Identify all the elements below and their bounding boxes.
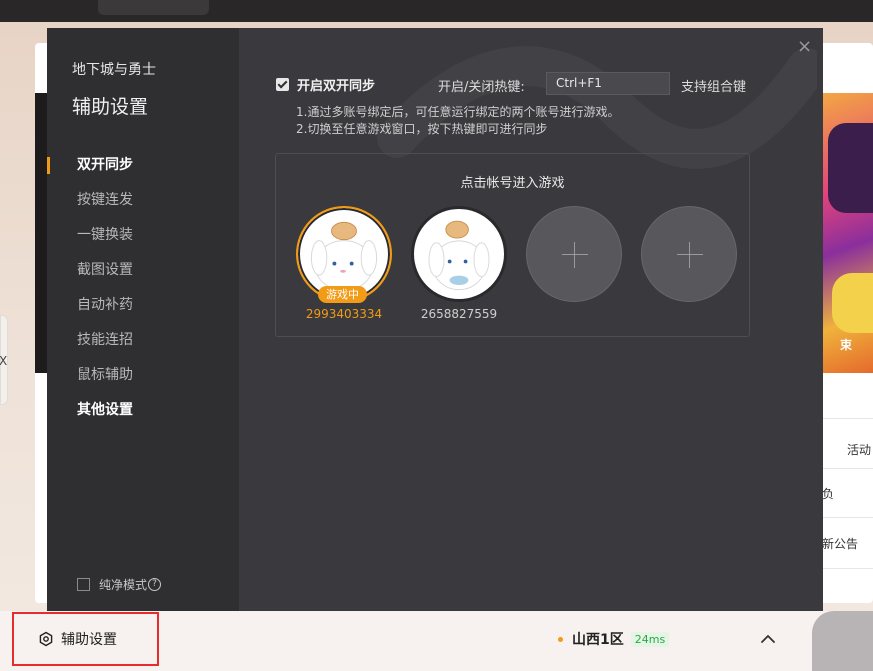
pure-mode-checkbox[interactable] — [77, 578, 90, 591]
dual-sync-label[interactable]: 开启双开同步 — [297, 75, 375, 94]
promo-banner[interactable]: 束 — [822, 93, 873, 373]
server-indicator[interactable]: 山西1区 24ms — [558, 629, 670, 649]
nav-item-mouse-assist[interactable]: 鼠标辅助 — [47, 358, 239, 393]
chevron-up-icon[interactable] — [758, 629, 778, 649]
plus-icon — [562, 254, 588, 255]
side-divider — [822, 568, 873, 569]
close-icon[interactable]: × — [797, 38, 812, 56]
server-status-dot — [558, 636, 563, 642]
left-collapse-tab[interactable]: X — [0, 315, 8, 405]
dual-sync-row: 开启双开同步 开启/关闭热键: Ctrl+F1 支持组合键 — [276, 72, 796, 96]
nav-item-screenshot[interactable]: 截图设置 — [47, 253, 239, 288]
dialog-sidebar: 地下城与勇士 辅助设置 双开同步 按键连发 一键换装 截图设置 自动补药 技能连… — [47, 28, 239, 611]
nav-item-auto-potion[interactable]: 自动补药 — [47, 288, 239, 323]
side-item-activity[interactable]: 活动 — [847, 441, 871, 458]
sync-desc-1: 1.通过多账号绑定后，可任意运行绑定的两个账号进行游戏。 — [296, 105, 620, 119]
assist-settings-button[interactable]: 辅助设置 — [12, 612, 159, 666]
dual-sync-checkbox[interactable] — [276, 77, 289, 91]
assist-settings-dialog: 地下城与勇士 辅助设置 双开同步 按键连发 一键换装 截图设置 自动补药 技能连… — [47, 28, 823, 611]
side-divider — [822, 468, 873, 469]
hotkey-input[interactable]: Ctrl+F1 — [546, 72, 670, 95]
nav-item-quick-equip[interactable]: 一键换装 — [47, 218, 239, 253]
combo-key-label: 支持组合键 — [681, 80, 747, 95]
banner-shape-1 — [828, 123, 873, 213]
add-account-button[interactable] — [526, 206, 622, 302]
account-avatar-2[interactable] — [411, 206, 507, 302]
bottom-corner-panel — [812, 611, 873, 671]
app-top-bar — [0, 0, 873, 22]
nav-item-other-settings[interactable]: 其他设置 — [47, 393, 239, 428]
account-id-2: 2658827559 — [420, 307, 498, 321]
server-name: 山西1区 — [572, 632, 624, 648]
nav-item-key-repeat[interactable]: 按键连发 — [47, 183, 239, 218]
hotkey-label: 开启/关闭热键: — [438, 80, 525, 95]
settings-nav: 双开同步 按键连发 一键换装 截图设置 自动补药 技能连招 鼠标辅助 其他设置 — [47, 148, 239, 428]
plus-icon — [677, 254, 703, 255]
pure-mode-label: 纯净模式 — [99, 578, 148, 592]
nav-item-dual-sync[interactable]: 双开同步 — [47, 148, 239, 183]
gear-icon — [39, 631, 53, 647]
side-item-notice[interactable]: 新公告 — [822, 535, 858, 552]
left-tab-text: X — [0, 354, 8, 368]
plus-icon — [689, 242, 690, 268]
assist-settings-label: 辅助设置 — [61, 632, 117, 648]
dialog-title: 辅助设置 — [72, 96, 149, 118]
account-panel: 点击帐号进入游戏 游戏中 2993403334 2658827559 — [275, 153, 750, 337]
plus-icon — [574, 242, 575, 268]
ping-badge: 24ms — [630, 631, 670, 647]
side-divider — [822, 418, 873, 419]
banner-text: 束 — [840, 338, 853, 352]
nav-item-skill-combo[interactable]: 技能连招 — [47, 323, 239, 358]
app-top-tab[interactable] — [98, 0, 209, 15]
sync-desc-2: 2.切换至任意游戏窗口，按下热键即可进行同步 — [296, 122, 548, 136]
account-panel-title: 点击帐号进入游戏 — [460, 176, 565, 191]
help-icon[interactable]: ? — [148, 578, 162, 591]
bunny-avatar-icon — [428, 220, 490, 291]
game-title: 地下城与勇士 — [72, 62, 156, 78]
banner-shape-2 — [832, 273, 873, 333]
side-divider — [822, 517, 873, 518]
in-game-badge: 游戏中 — [318, 286, 367, 303]
account-id-1: 2993403334 — [305, 307, 383, 321]
pure-mode-option[interactable]: 纯净模式 ? — [77, 576, 162, 593]
add-account-button[interactable] — [641, 206, 737, 302]
side-item-2[interactable]: 负 — [822, 485, 834, 502]
